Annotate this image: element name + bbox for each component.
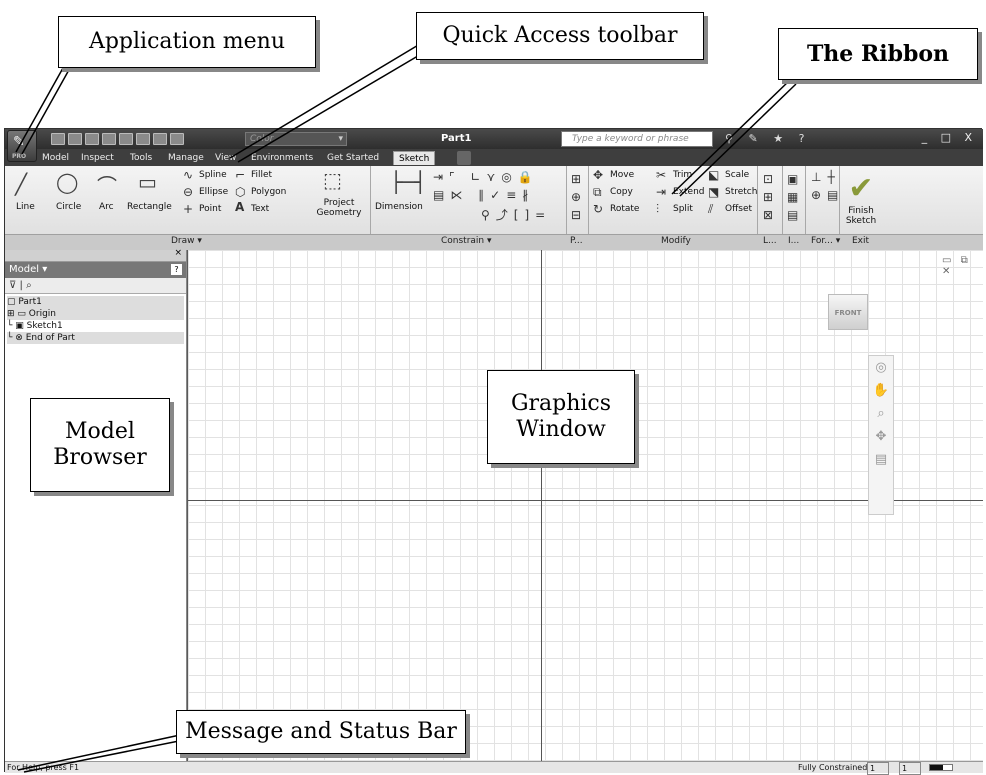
screenshot-root: ✎ PRO Color Part1 Type a keyword or phra… <box>0 0 986 775</box>
callout-quick-access-toolbar: Quick Access toolbar <box>416 12 704 60</box>
callout-model-browser: Model Browser <box>30 398 170 492</box>
callout-graphics-window: Graphics Window <box>487 370 635 464</box>
callout-application-menu: Application menu <box>58 16 316 68</box>
callout-line: Model <box>65 418 135 444</box>
callout-line: Window <box>516 417 606 442</box>
callout-status-bar: Message and Status Bar <box>176 710 466 754</box>
callout-line: Browser <box>53 445 147 470</box>
callout-ribbon: The Ribbon <box>778 28 978 80</box>
callout-line: Graphics <box>510 390 612 416</box>
